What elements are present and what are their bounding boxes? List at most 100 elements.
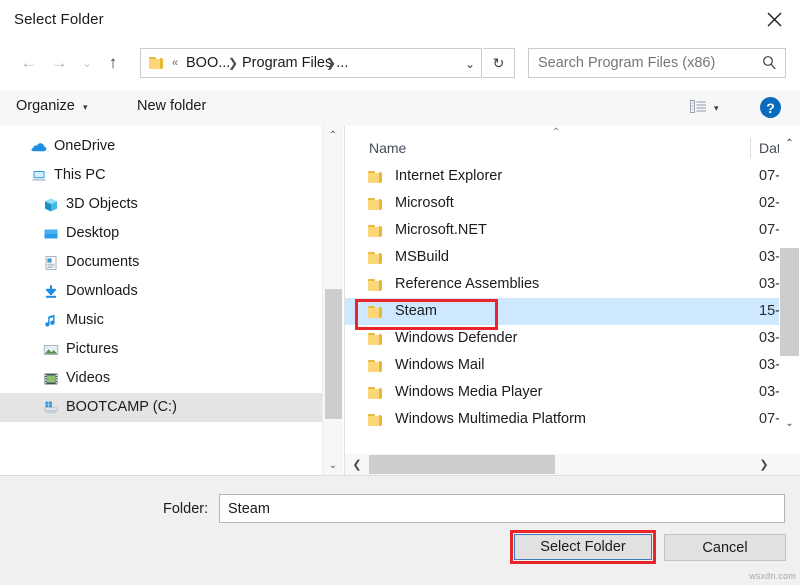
watermark: wsxdn.com bbox=[749, 571, 796, 581]
help-button[interactable]: ? bbox=[760, 97, 781, 118]
content-area: OneDrive This PC 3D Objects DesktopDocument… bbox=[0, 126, 800, 475]
sidebar-item-pictures[interactable]: Pictures bbox=[0, 335, 322, 364]
file-name-cell: Windows Mail bbox=[395, 358, 484, 373]
table-row[interactable]: Internet Explorer07- bbox=[345, 163, 780, 190]
sidebar-scrollbar-thumb[interactable] bbox=[325, 289, 342, 419]
forward-button[interactable]: → bbox=[46, 48, 72, 78]
dialog-title: Select Folder bbox=[14, 11, 104, 28]
table-row[interactable]: MSBuild 03- bbox=[345, 244, 780, 271]
folder-field-label: Folder: bbox=[163, 501, 208, 517]
hard-drive-icon bbox=[42, 399, 60, 417]
file-name-cell: Internet Explorer bbox=[395, 169, 502, 184]
table-row[interactable]: Windows Defender03- bbox=[345, 325, 780, 352]
table-row[interactable]: Steam 15- bbox=[345, 298, 780, 325]
file-date-cell: 03- bbox=[759, 250, 780, 265]
cancel-button[interactable]: Cancel bbox=[664, 534, 786, 561]
file-date-cell: 03- bbox=[759, 331, 780, 346]
sidebar-item-desktop[interactable]: Desktop bbox=[0, 219, 322, 248]
folder-name-input[interactable]: Steam bbox=[219, 494, 785, 523]
onedrive-cloud-icon bbox=[30, 138, 48, 156]
chevron-left-icon[interactable]: ❮ bbox=[347, 454, 367, 475]
folder-name-value: Steam bbox=[228, 501, 270, 517]
column-header-name[interactable]: Name bbox=[369, 140, 406, 156]
organize-button[interactable]: Organize bbox=[16, 98, 75, 114]
sidebar-item-label: OneDrive bbox=[54, 139, 115, 154]
folder-icon bbox=[368, 251, 384, 265]
sidebar-item-label: Music bbox=[66, 313, 104, 328]
search-box[interactable]: Search Program Files (x86) bbox=[528, 48, 786, 78]
table-row[interactable]: Windows Media Player 03- bbox=[345, 379, 780, 406]
horizontal-scrollbar-thumb[interactable] bbox=[369, 455, 555, 474]
table-row[interactable]: Microsoft.NET07- bbox=[345, 217, 780, 244]
title-bar: Select Folder bbox=[0, 0, 800, 41]
file-date-cell: 03- bbox=[759, 358, 780, 373]
sidebar-scrollbar[interactable]: ⌃ ⌄ bbox=[322, 126, 343, 475]
column-divider bbox=[750, 138, 751, 158]
sidebar-item-label: This PC bbox=[54, 168, 106, 183]
column-header-date[interactable]: Dat bbox=[759, 140, 781, 156]
file-date-cell: 15- bbox=[759, 304, 780, 319]
sidebar-item-downloads[interactable]: Downloads bbox=[0, 277, 322, 306]
sidebar-item-label: Pictures bbox=[66, 342, 118, 357]
column-header-row: Name Dat bbox=[345, 136, 800, 162]
select-folder-button[interactable]: Select Folder bbox=[514, 534, 652, 560]
command-toolbar: Organize ▾ New folder ▾ ? bbox=[0, 90, 800, 127]
this-pc-icon bbox=[30, 167, 48, 185]
chevron-down-icon[interactable]: ▾ bbox=[83, 102, 88, 113]
close-button[interactable] bbox=[748, 0, 800, 38]
sidebar-item-label: Videos bbox=[66, 371, 110, 386]
folder-icon bbox=[368, 359, 384, 373]
select-folder-dialog: Select Folder ← → ⌄ ↑ « BOO... ❯ Program… bbox=[0, 0, 800, 584]
chevron-down-icon[interactable]: ⌄ bbox=[465, 57, 475, 71]
search-input[interactable]: Search Program Files (x86) bbox=[538, 55, 715, 71]
sidebar-item-documents[interactable]: Documents bbox=[0, 248, 322, 277]
table-row[interactable]: Windows Mail 03- bbox=[345, 352, 780, 379]
folder-icon bbox=[368, 332, 384, 346]
file-date-cell: 07- bbox=[759, 412, 780, 427]
back-button[interactable]: ← bbox=[16, 48, 42, 78]
sidebar-item-music[interactable]: Music bbox=[0, 306, 322, 335]
chevron-up-icon[interactable]: ⌃ bbox=[323, 126, 343, 145]
up-one-level-button[interactable]: ↑ bbox=[100, 48, 126, 78]
recent-locations-button[interactable]: ⌄ bbox=[74, 48, 100, 78]
sidebar-item-3d-objects[interactable]: 3D Objects bbox=[0, 190, 322, 219]
breadcrumb-separator-0[interactable]: ❯ bbox=[228, 56, 238, 70]
table-row[interactable]: Windows Multimedia Platform07- bbox=[345, 406, 780, 433]
chevron-down-icon[interactable]: ⌄ bbox=[323, 456, 343, 475]
breadcrumb-item-0[interactable]: BOO... bbox=[186, 55, 230, 71]
table-row[interactable]: Microsoft02- bbox=[345, 190, 780, 217]
folder-icon bbox=[368, 386, 384, 400]
breadcrumb-separator-1[interactable]: ❯ bbox=[326, 56, 336, 70]
file-list-horizontal-scrollbar[interactable]: ❮ ❯ bbox=[345, 454, 800, 475]
file-date-cell: 02- bbox=[759, 196, 780, 211]
sidebar-item-bootcamp-c[interactable]: BOOTCAMP (C:) bbox=[0, 393, 322, 422]
chevron-right-icon[interactable]: ❯ bbox=[754, 454, 774, 475]
file-date-cell: 03- bbox=[759, 277, 780, 292]
file-list-scrollbar[interactable]: ⌃ ⌄ bbox=[779, 126, 800, 441]
music-icon bbox=[42, 312, 60, 330]
close-icon bbox=[766, 11, 783, 28]
folder-icon bbox=[149, 56, 164, 70]
new-folder-button[interactable]: New folder bbox=[137, 98, 206, 114]
refresh-button[interactable]: ↻ bbox=[483, 48, 515, 78]
sidebar-item-label: 3D Objects bbox=[66, 197, 138, 212]
chevron-down-icon[interactable]: ▾ bbox=[714, 103, 719, 114]
table-row[interactable]: Reference Assemblies03- bbox=[345, 271, 780, 298]
view-layout-icon[interactable] bbox=[690, 99, 708, 115]
3d-objects-icon bbox=[42, 196, 60, 214]
file-name-cell: Steam bbox=[395, 304, 437, 319]
file-list-scrollbar-thumb[interactable] bbox=[780, 248, 799, 356]
sidebar-item-videos[interactable]: Videos bbox=[0, 364, 322, 393]
folder-icon bbox=[368, 413, 384, 427]
file-name-cell: Windows Media Player bbox=[395, 385, 542, 400]
address-bar[interactable]: « BOO... ❯ Program Files ... ❯ ⌄ bbox=[140, 48, 482, 78]
breadcrumb-root-icon[interactable]: « bbox=[172, 57, 178, 69]
file-date-cell: 07- bbox=[759, 223, 780, 238]
sidebar-item-onedrive[interactable]: OneDrive bbox=[0, 132, 322, 161]
file-date-cell: 03- bbox=[759, 385, 780, 400]
chevron-down-icon[interactable]: ⌄ bbox=[779, 414, 800, 433]
file-list: Internet Explorer07-Microsoft02-Microsof… bbox=[345, 163, 780, 441]
chevron-up-icon[interactable]: ⌃ bbox=[779, 134, 800, 153]
file-name-cell: MSBuild bbox=[395, 250, 449, 265]
sidebar-item-this-pc[interactable]: This PC bbox=[0, 161, 322, 190]
